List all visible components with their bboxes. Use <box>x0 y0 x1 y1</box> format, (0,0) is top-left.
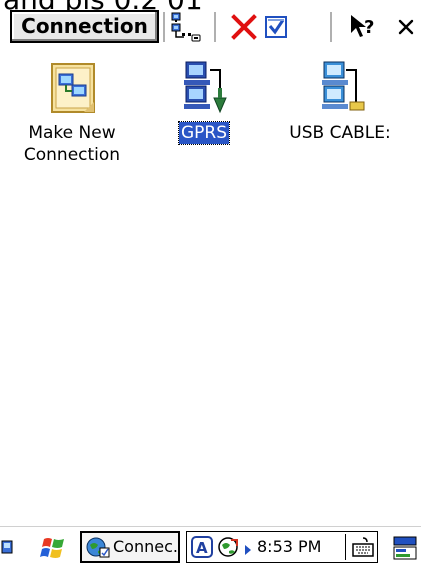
toolbar-separator <box>330 12 333 42</box>
connection-menu-button[interactable]: Connection <box>10 10 159 43</box>
globe-tray-icon[interactable] <box>217 536 241 562</box>
taskbar: Connec... A <box>0 526 421 567</box>
toolbar-separator <box>214 12 217 42</box>
gprs-label: GPRS <box>177 121 231 145</box>
help-icon[interactable]: ? <box>347 11 379 43</box>
keyboard-icon[interactable] <box>351 535 375 563</box>
windows-start-icon[interactable] <box>38 533 70 563</box>
svg-text:A: A <box>196 539 208 557</box>
gprs-connection-item[interactable]: GPRS <box>166 58 242 145</box>
svg-text:?: ? <box>364 17 374 38</box>
make-new-connection-label: Make New Connection <box>22 122 122 166</box>
tray-divider <box>345 534 346 560</box>
gprs-connection-icon <box>176 58 232 116</box>
connections-task-button[interactable]: Connec... <box>80 531 180 563</box>
toolbar-separator <box>163 12 166 42</box>
label-line1: Make New <box>28 123 116 143</box>
desktop-icon[interactable] <box>390 533 421 563</box>
system-tray: A 8:53 PM <box>186 531 378 563</box>
close-icon[interactable] <box>390 11 421 43</box>
connection-window: and pls 0.2 01 Connection <box>0 0 421 567</box>
toolbar: Connection ? <box>0 0 421 50</box>
usb-cable-connection-item[interactable]: USB CABLE: <box>277 58 403 144</box>
task-button-label: Connec... <box>113 537 178 556</box>
make-new-connection-item[interactable]: Make New Connection <box>14 58 130 166</box>
clock[interactable]: 8:53 PM <box>257 532 321 562</box>
tray-arrow-icon[interactable] <box>243 541 253 560</box>
input-method-icon[interactable]: A <box>191 536 213 562</box>
usb-cable-connection-icon <box>312 58 368 116</box>
connection-globe-icon <box>86 535 110 559</box>
delete-icon[interactable] <box>228 11 260 43</box>
network-icon[interactable] <box>0 533 14 563</box>
usb-cable-label: USB CABLE: <box>289 123 391 143</box>
checkbox-icon[interactable] <box>260 11 292 43</box>
connection-properties-icon[interactable] <box>170 11 202 43</box>
make-new-connection-icon <box>44 58 100 116</box>
label-line2: Connection <box>23 145 121 165</box>
